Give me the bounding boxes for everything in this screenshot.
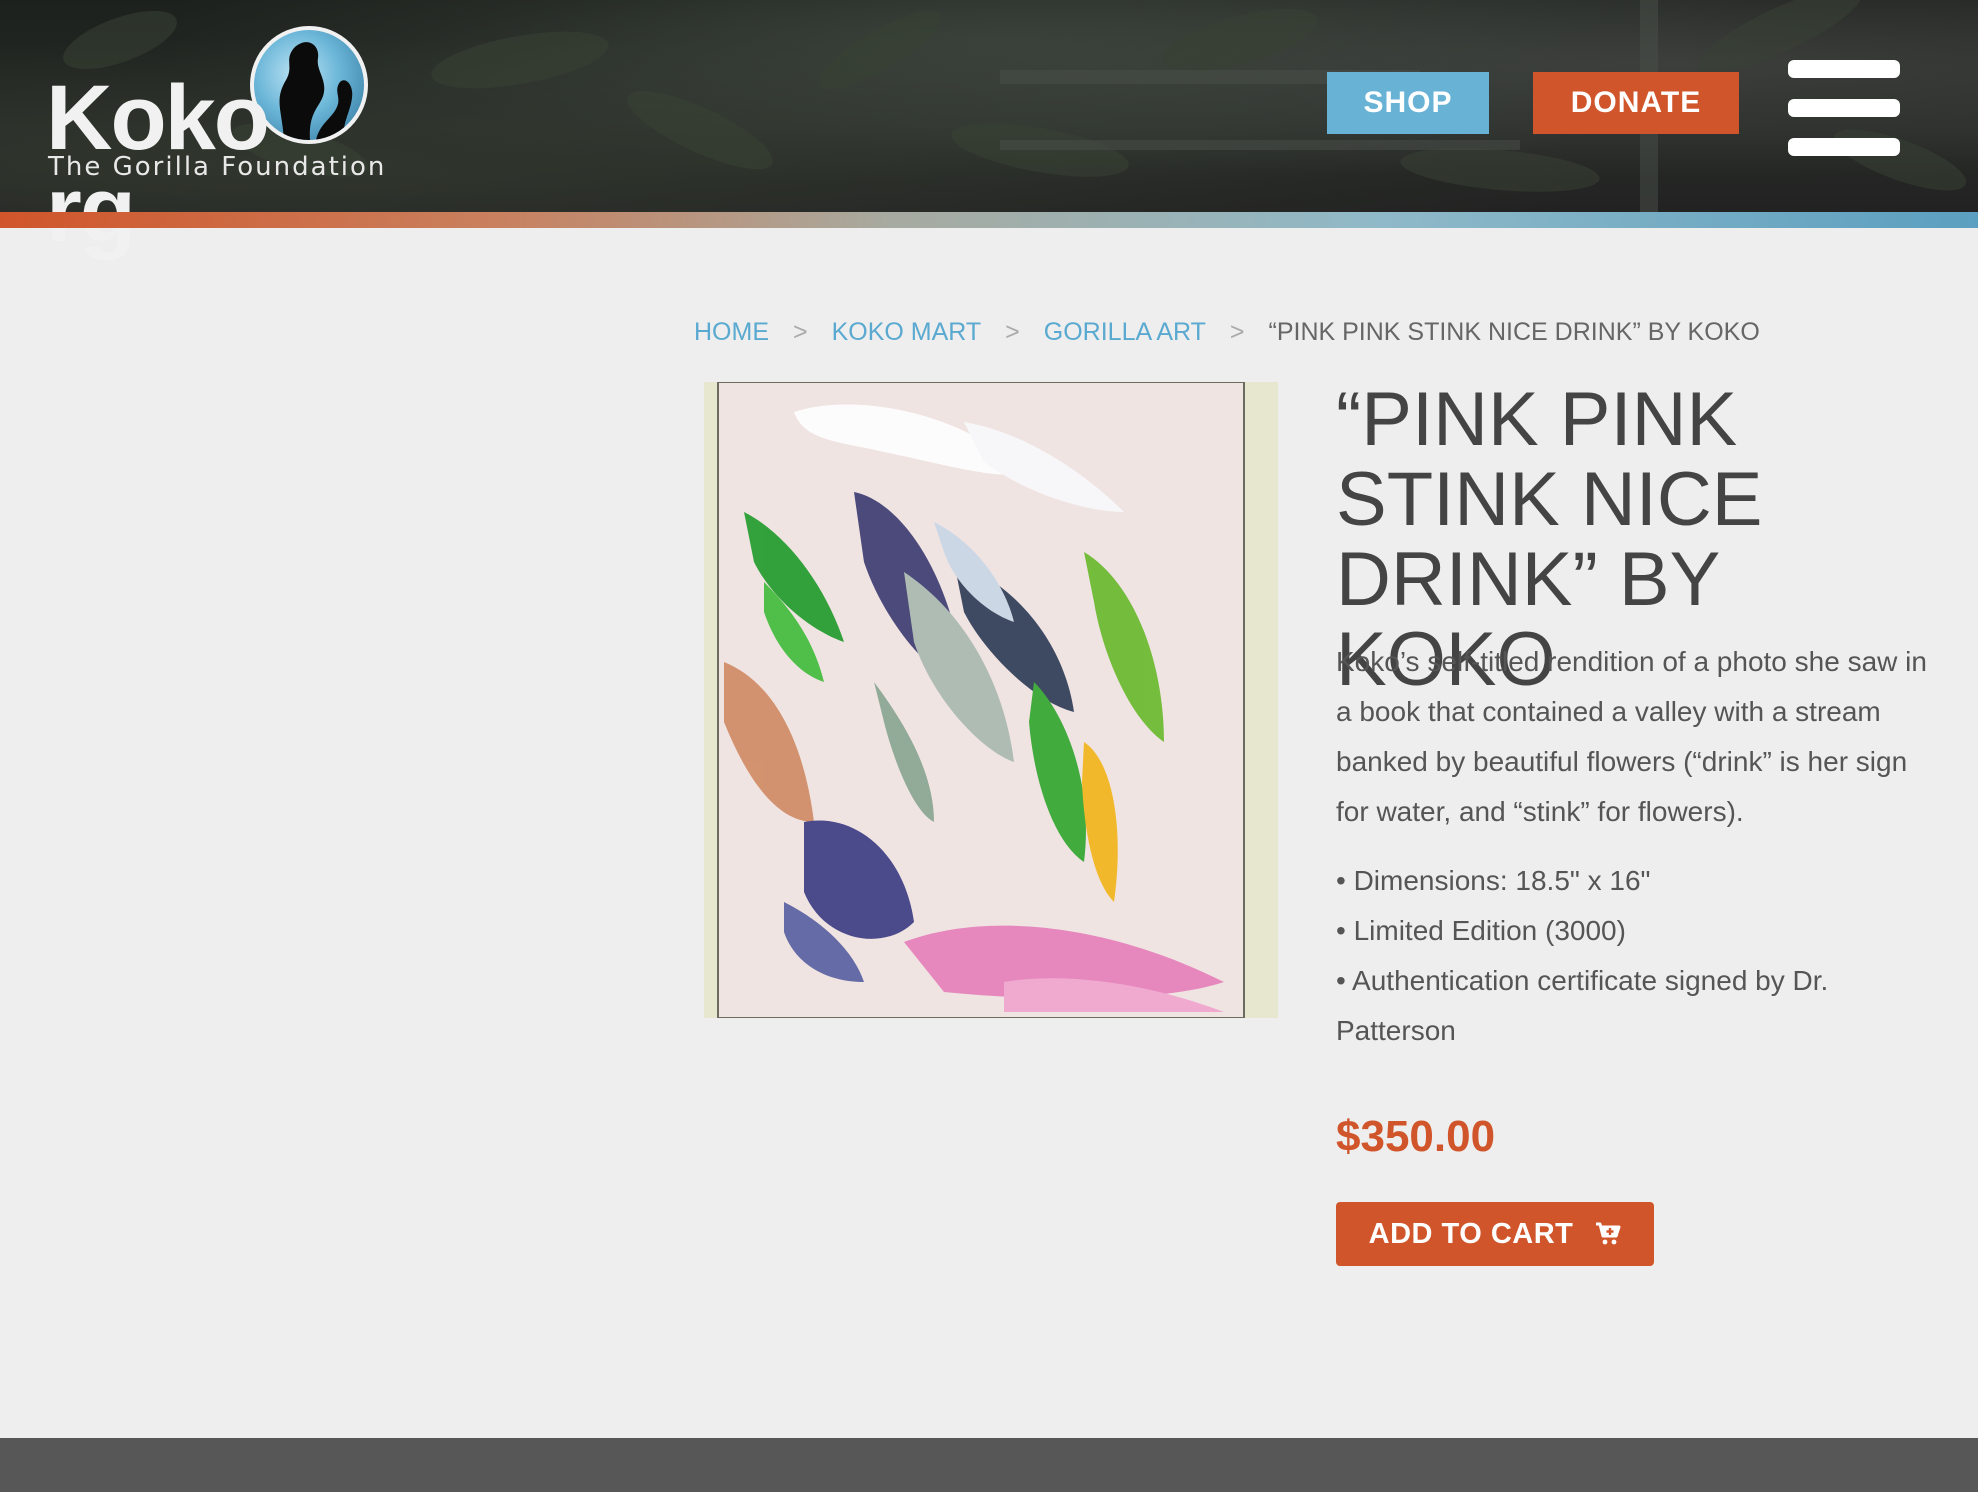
product-description: Koko’s self-titled rendition of a photo … (1336, 646, 1927, 827)
hamburger-bar-bottom (1788, 138, 1900, 156)
cart-plus-icon (1596, 1222, 1621, 1245)
breadcrumb-separator: > (1005, 318, 1020, 346)
breadcrumb-koko-mart[interactable]: KOKO MART (832, 318, 982, 346)
footer-bar (0, 1438, 1978, 1492)
breadcrumb-current: “PINK PINK STINK NICE DRINK” BY KOKO (1268, 318, 1760, 346)
add-to-cart-label: ADD TO CART (1368, 1217, 1574, 1250)
feature-item: • Dimensions: 18.5" x 16" (1336, 865, 1651, 896)
add-to-cart-button[interactable]: ADD TO CART (1336, 1202, 1654, 1266)
product-features: • Dimensions: 18.5" x 16" • Limited Edit… (1336, 856, 1936, 1056)
logo-tagline: The Gorilla Foundation (48, 152, 387, 182)
donate-button[interactable]: DONATE (1533, 72, 1739, 134)
breadcrumb-gorilla-art[interactable]: GORILLA ART (1044, 318, 1206, 346)
site-header: Kokorg The Gorilla Foundation SHOP DONAT… (0, 0, 1978, 256)
breadcrumb-separator: > (793, 318, 808, 346)
breadcrumb: HOME > KOKO MART > GORILLA ART > “PINK PINK ST… (694, 318, 1760, 347)
shop-button[interactable]: SHOP (1327, 72, 1489, 134)
hamburger-menu-icon[interactable] (1788, 60, 1900, 156)
feature-item: • Limited Edition (3000) (1336, 915, 1626, 946)
header-accent-stripe (0, 212, 1978, 228)
feature-item: • Authentication certificate signed by D… (1336, 965, 1829, 1046)
site-logo[interactable]: Kokorg The Gorilla Foundation (44, 24, 454, 256)
hamburger-bar-middle (1788, 99, 1900, 117)
product-image[interactable] (704, 382, 1278, 1018)
breadcrumb-separator: > (1229, 318, 1245, 346)
hamburger-bar-top (1788, 60, 1900, 78)
product-price: $350.00 (1336, 1112, 1496, 1161)
breadcrumb-home[interactable]: HOME (694, 318, 769, 346)
